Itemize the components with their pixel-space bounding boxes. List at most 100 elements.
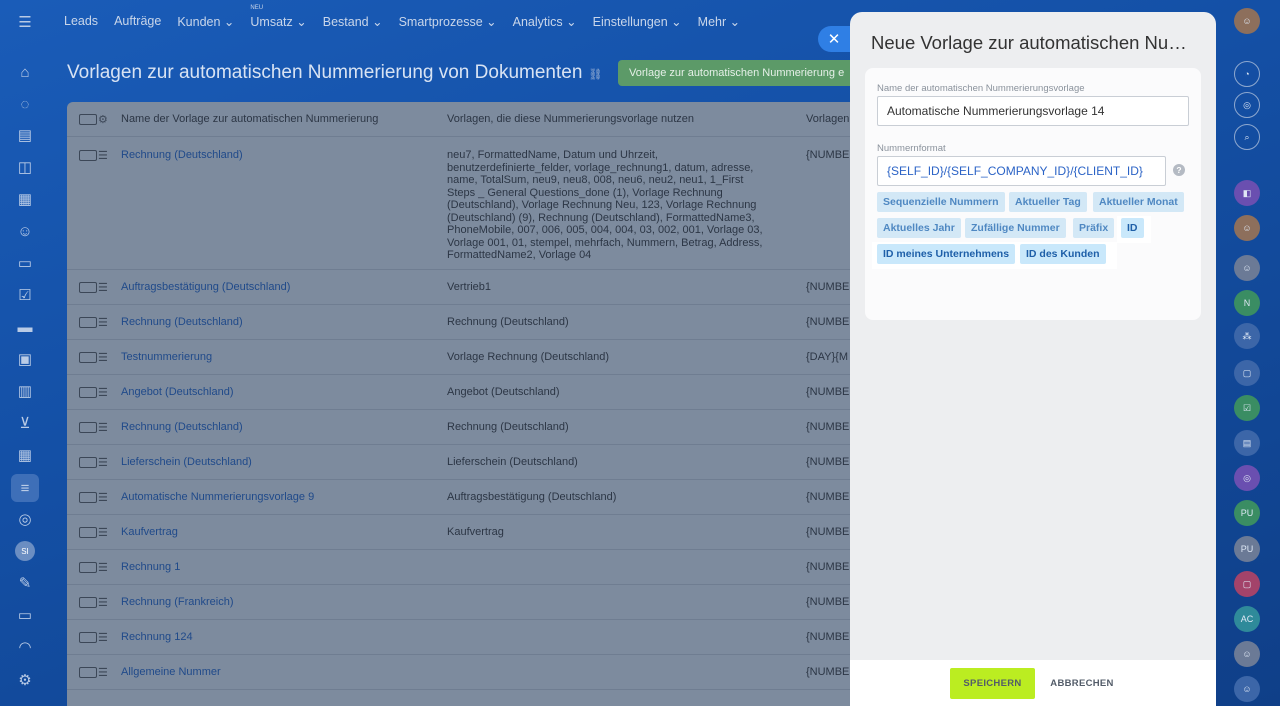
drag-handle-icon[interactable]: ☰ bbox=[98, 281, 108, 294]
table-row[interactable]: ☰ Testnummerierung Vorlage Rechnung (Deuts… bbox=[67, 340, 857, 375]
message-icon[interactable]: ▤ bbox=[1234, 430, 1260, 456]
badge-avatar[interactable]: N bbox=[1234, 290, 1260, 316]
save-button[interactable]: SPEICHERN bbox=[950, 668, 1035, 699]
table-row[interactable]: ☰ Lieferschein (Deutschland) Lieferschein … bbox=[67, 445, 857, 480]
drag-handle-icon[interactable]: ☰ bbox=[98, 421, 108, 434]
gear-icon[interactable]: ⚙ bbox=[98, 113, 108, 126]
bell-icon[interactable]: ◔ bbox=[1234, 61, 1260, 87]
row-checkbox[interactable] bbox=[79, 667, 97, 678]
chip-current-year[interactable]: Aktuelles Jahr bbox=[877, 218, 961, 238]
chip-prefix[interactable]: Präfix bbox=[1073, 218, 1115, 238]
sign-icon[interactable]: ✎ bbox=[13, 571, 37, 595]
header-format[interactable]: Vorlagen bbox=[806, 113, 849, 125]
drag-handle-icon[interactable]: ☰ bbox=[98, 666, 108, 679]
document-icon[interactable]: ▤ bbox=[13, 123, 37, 147]
nav-inventory[interactable]: Bestand ⌄ bbox=[323, 14, 383, 29]
drag-handle-icon[interactable]: ☰ bbox=[98, 386, 108, 399]
nav-analytics[interactable]: Analytics ⌄ bbox=[513, 14, 577, 29]
nav-revenue[interactable]: NEU Umsatz ⌄ bbox=[250, 5, 306, 29]
number-format-input[interactable]: {SELF_ID}/{SELF_COMPANY_ID}/{CLIENT_ID} bbox=[877, 156, 1166, 186]
add-template-button[interactable]: Vorlage zur automatischen Nummerierung e bbox=[618, 60, 878, 86]
row-checkbox[interactable] bbox=[79, 317, 97, 328]
row-checkbox[interactable] bbox=[79, 527, 97, 538]
group-avatar[interactable]: ☺ bbox=[1234, 255, 1260, 281]
row-name-link[interactable]: Rechnung 124 bbox=[121, 631, 193, 643]
table-row[interactable]: ☰ Kaufvertrag Kaufvertrag {NUMBEI bbox=[67, 515, 857, 550]
presentation-icon[interactable]: ▣ bbox=[13, 347, 37, 371]
table-row[interactable]: ☰ Rechnung (Deutschland) Rechnung (Deutsch… bbox=[67, 410, 857, 445]
row-checkbox[interactable] bbox=[79, 352, 97, 363]
table-row[interactable]: ☰ Auftragsbestätigung (Deutschland) Vertri… bbox=[67, 270, 857, 305]
menu-icon[interactable]: ☰ bbox=[13, 10, 37, 34]
home-icon[interactable]: ⌂ bbox=[13, 60, 37, 84]
nav-settings[interactable]: Einstellungen ⌄ bbox=[593, 14, 682, 29]
drag-handle-icon[interactable]: ☰ bbox=[98, 491, 108, 504]
calendar-icon[interactable]: ▦ bbox=[13, 187, 37, 211]
chip-current-month[interactable]: Aktueller Monat bbox=[1093, 192, 1184, 212]
drag-handle-icon[interactable]: ☰ bbox=[98, 149, 108, 162]
row-checkbox[interactable] bbox=[79, 387, 97, 398]
row-checkbox[interactable] bbox=[79, 632, 97, 643]
close-icon[interactable]: ✕ bbox=[818, 26, 850, 52]
row-name-link[interactable]: Rechnung (Deutschland) bbox=[121, 316, 243, 328]
table-row[interactable]: ☰ Rechnung (Deutschland) neu7, FormattedNa… bbox=[67, 137, 857, 270]
chip-my-company-id[interactable]: ID meines Unternehmens bbox=[877, 244, 1016, 264]
lock-icon[interactable]: ▢ bbox=[1234, 360, 1260, 386]
table-row[interactable]: ☰ Rechnung 124 {NUMBEI bbox=[67, 620, 857, 655]
link-icon[interactable]: ⛓ bbox=[588, 69, 602, 81]
header-name[interactable]: Name der Vorlage zur automatischen Numme… bbox=[121, 113, 378, 125]
chip-sequential-numbers[interactable]: Sequenzielle Nummern bbox=[877, 192, 1005, 212]
table-row[interactable]: ☰ Angebot (Deutschland) Angebot (Deutschla… bbox=[67, 375, 857, 410]
filter-icon[interactable]: ≡ bbox=[11, 474, 39, 502]
row-checkbox[interactable] bbox=[79, 150, 97, 161]
chat-avatar[interactable]: ◧ bbox=[1234, 180, 1260, 206]
nav-more[interactable]: Mehr ⌄ bbox=[698, 14, 740, 29]
target-icon[interactable]: ◎ bbox=[13, 507, 37, 531]
drag-handle-icon[interactable]: ☰ bbox=[98, 526, 108, 539]
help-icon[interactable]: ? bbox=[1173, 164, 1185, 176]
badge-avatar[interactable]: AC bbox=[1234, 606, 1260, 632]
chip-random-number[interactable]: Zufällige Nummer bbox=[965, 218, 1066, 238]
row-name-link[interactable]: Rechnung (Deutschland) bbox=[121, 421, 243, 433]
header-uses[interactable]: Vorlagen, die diese Nummerierungsvorlage… bbox=[447, 113, 767, 126]
table-row[interactable]: ☰ Rechnung 1 {NUMBEI bbox=[67, 550, 857, 585]
task-icon[interactable]: ☑ bbox=[13, 283, 37, 307]
row-checkbox[interactable] bbox=[79, 597, 97, 608]
row-name-link[interactable]: Kaufvertrag bbox=[121, 526, 178, 538]
drag-handle-icon[interactable]: ☰ bbox=[98, 561, 108, 574]
schedule-icon[interactable]: ▦ bbox=[13, 443, 37, 467]
chat-icon[interactable]: ◫ bbox=[13, 155, 37, 179]
table-row[interactable]: ☰ Rechnung (Frankreich) {NUMBEI bbox=[67, 585, 857, 620]
box-icon[interactable]: ▬ bbox=[13, 315, 37, 339]
badge-avatar[interactable]: PU bbox=[1234, 500, 1260, 526]
search-icon[interactable]: ⌕ bbox=[1234, 124, 1260, 150]
drag-handle-icon[interactable]: ☰ bbox=[98, 351, 108, 364]
row-checkbox[interactable] bbox=[79, 562, 97, 573]
table-row[interactable]: ☰ Rechnung (Deutschland) Rechnung (Deutsch… bbox=[67, 305, 857, 340]
row-name-link[interactable]: Angebot (Deutschland) bbox=[121, 386, 234, 398]
task-icon[interactable]: ☑ bbox=[1234, 395, 1260, 421]
chip-current-day[interactable]: Aktueller Tag bbox=[1009, 192, 1087, 212]
avatar-badge[interactable]: SI bbox=[15, 541, 35, 561]
row-checkbox[interactable] bbox=[79, 422, 97, 433]
target-icon[interactable]: ◎ bbox=[1234, 465, 1260, 491]
team-icon[interactable]: ⁂ bbox=[1234, 323, 1260, 349]
table-row[interactable]: ☰ Automatische Nummerierungsvorlage 9 Auft… bbox=[67, 480, 857, 515]
user-avatar[interactable]: ☺ bbox=[1234, 215, 1260, 241]
group-avatar[interactable]: ☺ bbox=[1234, 676, 1260, 702]
drag-handle-icon[interactable]: ☰ bbox=[98, 631, 108, 644]
file-icon[interactable]: ▭ bbox=[13, 251, 37, 275]
table-row[interactable]: ☰ Allgemeine Nummer {NUMBEI bbox=[67, 655, 857, 690]
row-name-link[interactable]: Testnummerierung bbox=[121, 351, 212, 363]
row-name-link[interactable]: Rechnung (Frankreich) bbox=[121, 596, 234, 608]
drag-handle-icon[interactable]: ☰ bbox=[98, 596, 108, 609]
drag-handle-icon[interactable]: ☰ bbox=[98, 316, 108, 329]
row-name-link[interactable]: Automatische Nummerierungsvorlage 9 bbox=[121, 491, 314, 503]
chip-id[interactable]: ID bbox=[1121, 218, 1144, 238]
analytics-icon[interactable]: ▥ bbox=[13, 379, 37, 403]
nav-leads[interactable]: Leads bbox=[64, 14, 98, 28]
nav-orders[interactable]: Aufträge bbox=[114, 14, 161, 28]
row-checkbox[interactable] bbox=[79, 282, 97, 293]
row-name-link[interactable]: Rechnung (Deutschland) bbox=[121, 149, 243, 161]
nav-smart-processes[interactable]: Smartprozesse ⌄ bbox=[399, 14, 497, 29]
